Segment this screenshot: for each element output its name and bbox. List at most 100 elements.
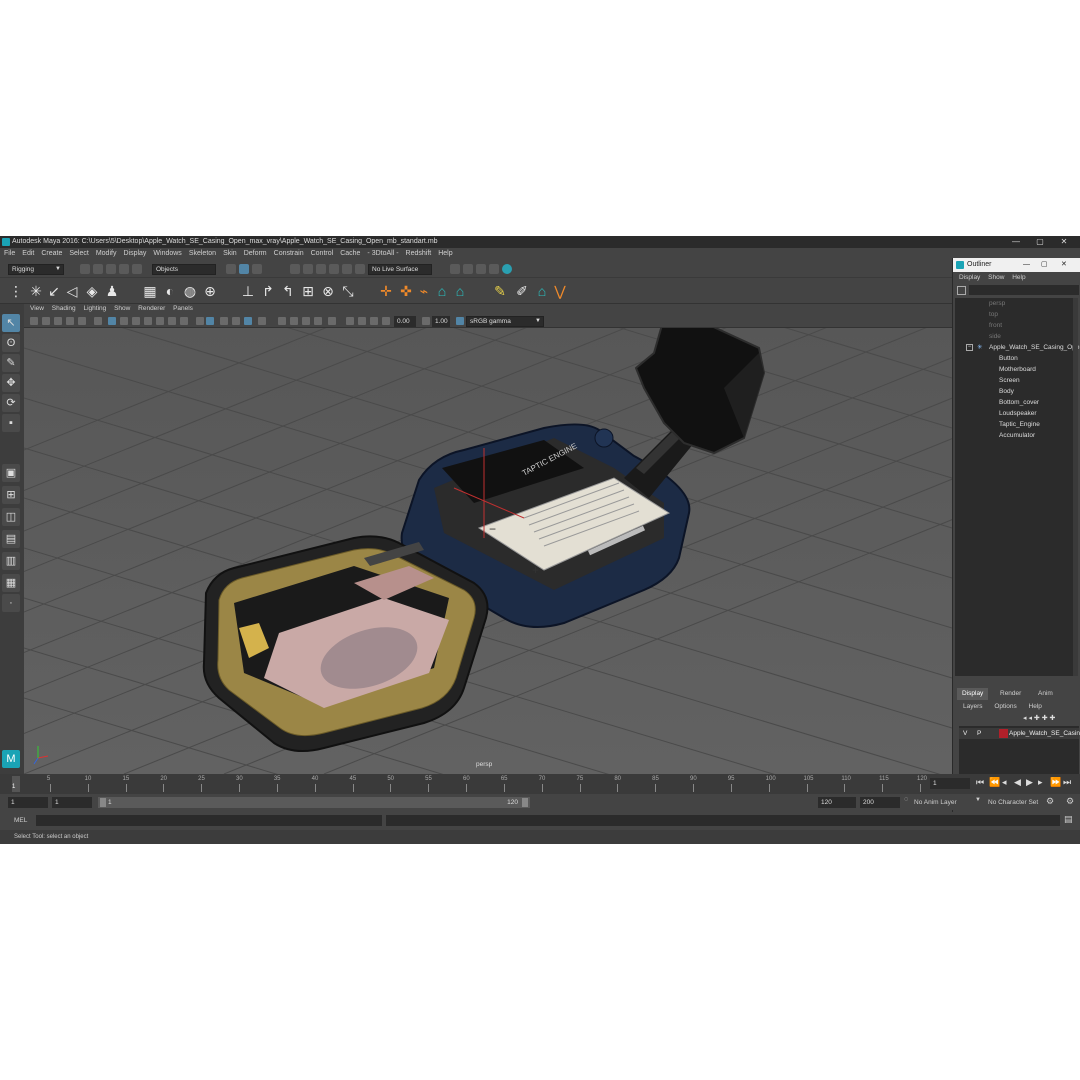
gate-mask-icon[interactable]	[290, 317, 298, 325]
outliner-item-bottom-cover[interactable]: Bottom_cover	[999, 397, 1039, 408]
exposure-icon[interactable]	[382, 317, 390, 325]
play-forwards-icon[interactable]: ▶	[1026, 777, 1033, 788]
chevron-down-icon[interactable]: ▼	[975, 797, 981, 803]
side-by-side-layout-icon[interactable]: ◫	[2, 508, 20, 526]
outliner-search-input[interactable]	[969, 285, 1079, 295]
select-object-icon[interactable]	[239, 264, 249, 274]
undo-icon[interactable]	[119, 264, 129, 274]
minimize-button[interactable]: —	[1004, 236, 1028, 248]
depth-of-field-icon[interactable]	[244, 317, 252, 325]
time-slider[interactable]: 1 5 10 15 20 25 30 35 40 45 50 55 60 65 70 75 80 85 90 95 1…	[0, 774, 952, 794]
snap-view-plane-icon[interactable]	[329, 264, 339, 274]
gamma-icon[interactable]	[422, 317, 430, 325]
menu-cache[interactable]: Cache	[340, 248, 360, 260]
resolution-gate-icon[interactable]	[278, 317, 286, 325]
image-plane-icon[interactable]	[66, 317, 74, 325]
tab-render[interactable]: Render	[995, 688, 1026, 700]
step-forward-key-icon[interactable]: ⏩	[1050, 777, 1061, 788]
menu-create[interactable]: Create	[41, 248, 62, 260]
live-surface-field[interactable]: No Live Surface	[368, 264, 432, 275]
render-frame-icon[interactable]	[463, 264, 473, 274]
layer-name[interactable]: Apple_Watch_SE_Casing_Open	[1009, 728, 1080, 739]
xray-icon[interactable]	[180, 317, 188, 325]
menu-redshift[interactable]: Redshift	[406, 248, 432, 260]
display-layer-row[interactable]: V P Apple_Watch_SE_Casing_Open	[959, 728, 1080, 739]
safe-title-icon[interactable]	[328, 317, 336, 325]
panel-menu-shading[interactable]: Shading	[52, 304, 76, 314]
layer-action-icons[interactable]: ◂ ◂ ✚ ✚ ✚	[1023, 714, 1055, 722]
panel-layout-icon[interactable]	[358, 317, 366, 325]
paint-select-icon[interactable]: ✎	[2, 354, 20, 372]
ambient-occlusion-icon[interactable]	[220, 317, 228, 325]
layout-dot-icon[interactable]: ·	[2, 594, 20, 612]
outliner-item-taptic-engine[interactable]: Taptic_Engine	[999, 419, 1040, 430]
outliner-item-body[interactable]: Body	[999, 386, 1014, 397]
bookmark-icon[interactable]	[54, 317, 62, 325]
lasso-tool-icon[interactable]: ʘ	[2, 334, 20, 352]
menu-select[interactable]: Select	[69, 248, 88, 260]
isolate-icon[interactable]	[168, 317, 176, 325]
xray-joints-icon[interactable]	[196, 317, 204, 325]
antialias-icon[interactable]	[232, 317, 240, 325]
playback-start-field[interactable]: 1	[52, 797, 92, 808]
textured-icon[interactable]	[132, 317, 140, 325]
hik-character-icon[interactable]: ♟	[104, 283, 120, 299]
outliner-layout-icon[interactable]: ▦	[2, 574, 20, 592]
smooth-shade-icon[interactable]	[120, 317, 128, 325]
save-scene-icon[interactable]	[106, 264, 116, 274]
step-forward-frame-icon[interactable]: ▸	[1038, 777, 1043, 788]
ik-spline-icon[interactable]: ◁	[64, 283, 80, 299]
menu-control[interactable]: Control	[311, 248, 334, 260]
menu-file[interactable]: File	[4, 248, 15, 260]
range-slider[interactable]: 1 120	[98, 797, 530, 808]
ik-handle-icon[interactable]: ↙	[46, 283, 62, 299]
render-view-icon[interactable]	[450, 264, 460, 274]
menu-modify[interactable]: Modify	[96, 248, 117, 260]
menu-help[interactable]: Help	[438, 248, 452, 260]
field-chart-icon[interactable]	[302, 317, 310, 325]
animation-start-field[interactable]: 1	[8, 797, 48, 808]
locator-icon[interactable]: ✛	[378, 283, 394, 299]
scale-constraint-icon[interactable]: ⊞	[300, 283, 316, 299]
layer-visibility-toggle[interactable]: V	[963, 728, 967, 739]
outliner-close-button[interactable]: ✕	[1061, 258, 1067, 272]
outliner-item-loudspeaker[interactable]: Loudspeaker	[999, 408, 1037, 419]
go-to-end-icon[interactable]: ⏭	[1063, 777, 1071, 788]
outliner-item-button[interactable]: Button	[999, 353, 1018, 364]
view-transform-dropdown[interactable]: sRGB gamma ▼	[466, 316, 544, 327]
character-set-dropdown[interactable]: No Character Set	[988, 797, 1038, 808]
point-constraint-icon[interactable]: ↱	[260, 283, 276, 299]
grid-toggle-icon[interactable]	[78, 317, 86, 325]
ipr-render-icon[interactable]	[476, 264, 486, 274]
gamma-field[interactable]: 1.00	[432, 316, 450, 327]
snap-point-icon[interactable]	[316, 264, 326, 274]
step-back-key-icon[interactable]: ⏪	[989, 777, 1000, 788]
outliner-item-side[interactable]: side	[989, 331, 1001, 342]
pole-vector-icon[interactable]: ⤡	[340, 283, 356, 299]
outliner-item-accumulator[interactable]: Accumulator	[999, 430, 1035, 441]
scale-tool-icon[interactable]: ▪	[2, 414, 20, 432]
four-view-layout-icon[interactable]: ⊞	[2, 486, 20, 504]
preferences-icon[interactable]: ⚙	[1066, 796, 1074, 807]
layer-playback-toggle[interactable]: P	[977, 728, 981, 739]
step-back-frame-icon[interactable]: ◂	[1002, 777, 1007, 788]
maximize-button[interactable]: ▢	[1028, 236, 1052, 248]
playback-end-field[interactable]: 120	[818, 797, 856, 808]
redo-icon[interactable]	[132, 264, 142, 274]
open-scene-icon[interactable]	[93, 264, 103, 274]
script-editor-icon[interactable]: ▤	[1064, 814, 1073, 825]
render-settings-icon[interactable]	[489, 264, 499, 274]
blend-shape-icon[interactable]: ⊕	[202, 283, 218, 299]
anim-layer-dropdown[interactable]: No Anim Layer	[914, 797, 957, 808]
outliner-scrollbar[interactable]	[1073, 298, 1078, 676]
cluster-icon[interactable]: ◍	[182, 283, 198, 299]
wrap-icon[interactable]: ◐	[162, 283, 178, 299]
tab-anim[interactable]: Anim	[1033, 688, 1058, 700]
bind-skin-icon[interactable]: ⌂	[434, 283, 450, 299]
menu-set-dropdown[interactable]: Rigging ▼	[8, 264, 64, 275]
selection-mode-dropdown[interactable]: Objects	[152, 264, 216, 275]
panel-menu-lighting[interactable]: Lighting	[83, 304, 106, 314]
exposure-field[interactable]: 0.00	[394, 316, 416, 327]
layer-color-swatch[interactable]	[999, 729, 1008, 738]
menu-skeleton[interactable]: Skeleton	[189, 248, 216, 260]
